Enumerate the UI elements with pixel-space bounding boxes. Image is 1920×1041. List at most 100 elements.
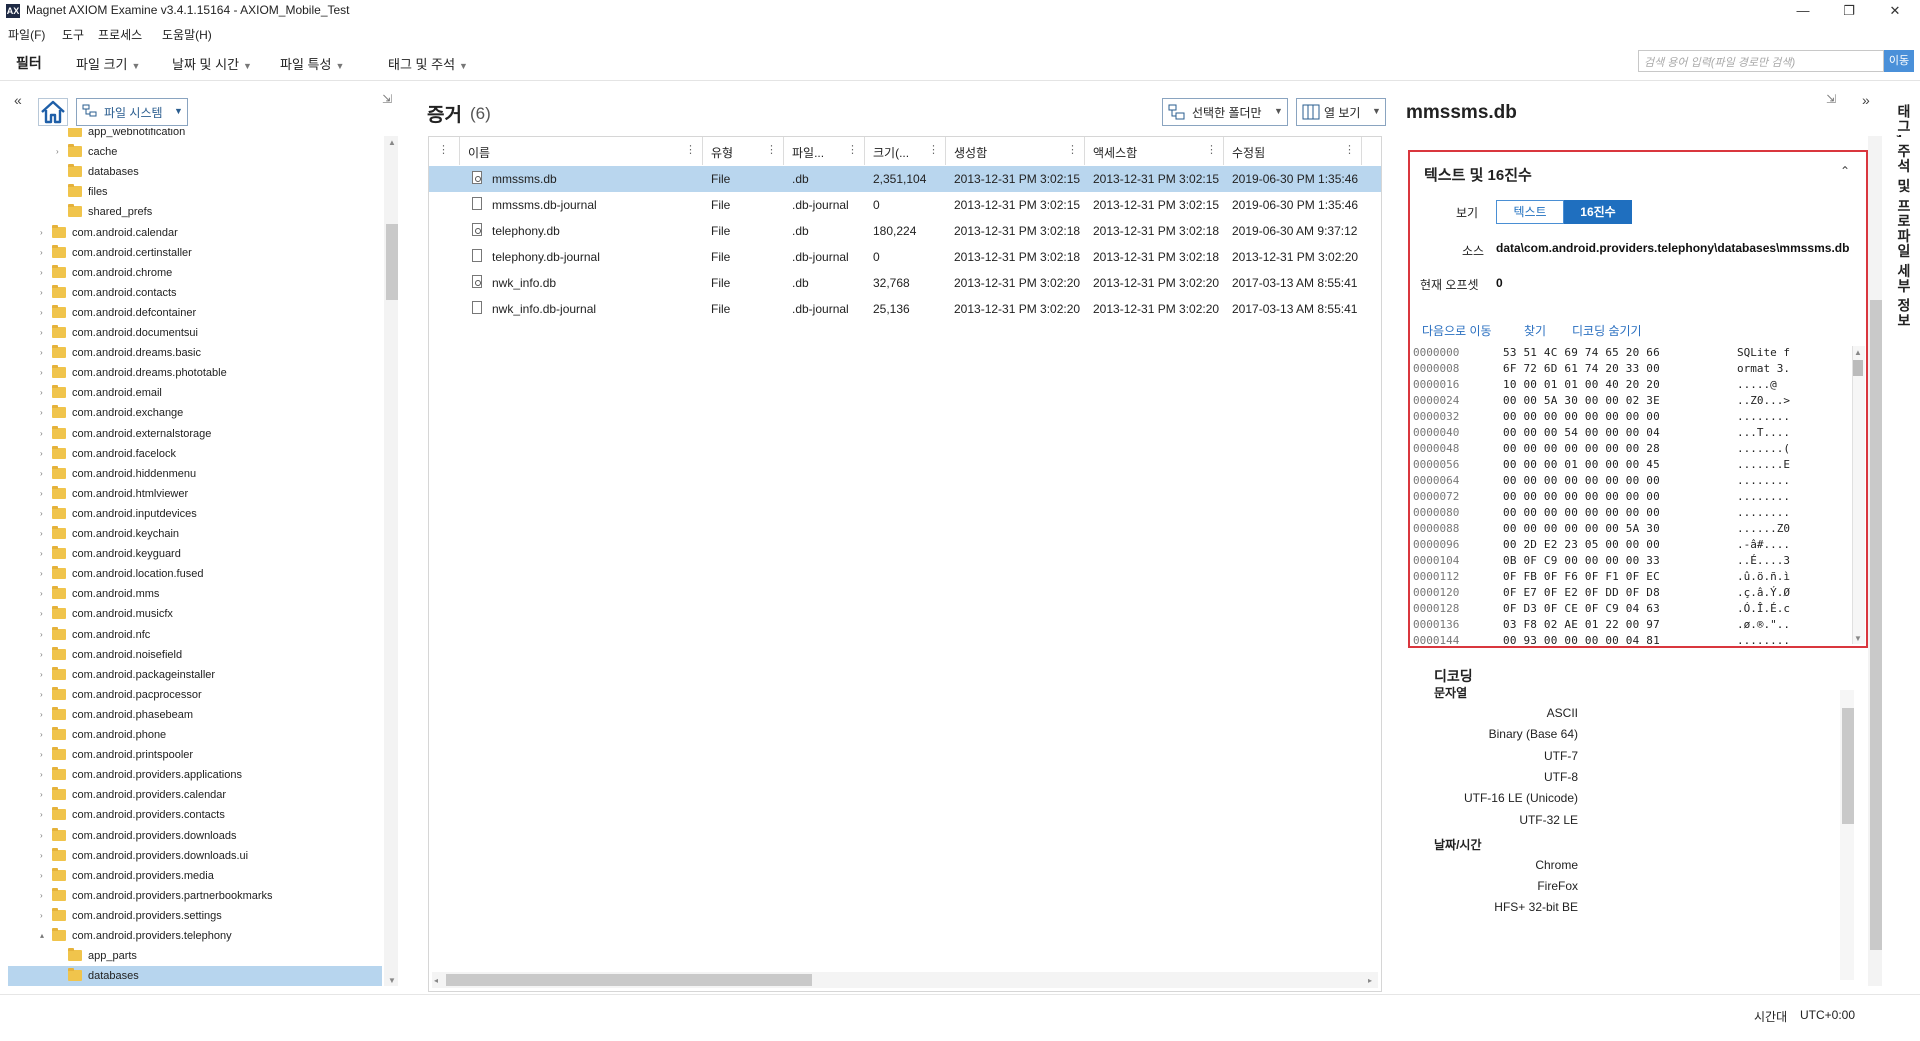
column-header-extension[interactable]: 파일... ⋮ [784,137,865,165]
tree-item[interactable]: › com.android.keyguard [8,544,382,564]
hex-row[interactable]: 0000024 00 00 5A 30 00 00 02 3E ..Z0...> [1413,394,1853,410]
tree-item[interactable]: › com.android.nfc [8,625,382,645]
filter-file-attributes[interactable]: 파일 특성 ▼ [280,54,344,73]
expand-arrow-icon[interactable]: › [40,228,43,237]
expand-arrow-icon[interactable]: › [40,871,43,880]
tree-item[interactable]: › com.android.noisefield [8,645,382,665]
menu-file[interactable]: 파일(F) [8,26,45,43]
tree-item[interactable]: databases [8,966,382,986]
goto-link[interactable]: 다음으로 이동 [1422,322,1492,339]
expand-arrow-icon[interactable]: › [40,348,43,357]
hex-row[interactable]: 0000000 53 51 4C 69 74 65 20 66 SQLite f [1413,346,1853,362]
tree-item[interactable]: › com.android.phasebeam [8,705,382,725]
tree-item[interactable]: › com.android.musicfx [8,604,382,624]
tree-item[interactable]: › com.android.htmlviewer [8,484,382,504]
expand-arrow-icon[interactable]: › [40,449,43,458]
tree-item[interactable]: app_webnotification [8,128,382,142]
hex-row[interactable]: 0000008 6F 72 6D 61 74 20 33 00 ormat 3. [1413,362,1853,378]
expand-arrow-icon[interactable]: › [40,368,43,377]
tree-item[interactable]: › com.android.defcontainer [8,303,382,323]
column-menu-handle[interactable]: ⋮ [429,137,460,165]
hex-row[interactable]: 0000040 00 00 00 54 00 00 00 04 ...T.... [1413,426,1853,442]
view-hex-toggle[interactable]: 16진수 [1564,200,1632,224]
expand-right-icon[interactable]: » [1862,92,1870,108]
table-row[interactable]: mmssms.db File .db 2,351,104 2013-12-31 PM 3… [429,166,1381,192]
tree-item[interactable]: shared_prefs [8,202,382,222]
tree-item[interactable]: › com.android.pacprocessor [8,685,382,705]
table-row[interactable]: mmssms.db-journal File .db-journal 0 2013-12… [429,192,1381,218]
hide-decoding-link[interactable]: 디코딩 숨기기 [1572,322,1642,339]
decoding-item[interactable]: Binary (Base 64) [1489,727,1578,741]
decoding-item[interactable]: UTF-16 LE (Unicode) [1464,791,1578,805]
expand-arrow-icon[interactable]: › [40,308,43,317]
hex-row[interactable]: 0000136 03 F8 02 AE 01 22 00 97 .ø.®.".. [1413,618,1853,634]
expand-arrow-icon[interactable]: › [40,851,43,860]
hex-row[interactable]: 0000112 0F FB 0F F6 0F F1 0F EC .û.ö.ñ.ì [1413,570,1853,586]
column-header-size[interactable]: 크기(... ⋮ [865,137,946,165]
tree-item[interactable]: ▴ com.android.providers.telephony [8,926,382,946]
scroll-up-icon[interactable]: ▲ [1854,348,1862,357]
expand-arrow-icon[interactable]: › [40,710,43,719]
expand-arrow-icon[interactable]: › [40,650,43,659]
expand-arrow-icon[interactable]: › [40,529,43,538]
decoding-item[interactable]: Chrome [1535,858,1578,872]
filter-date-time[interactable]: 날짜 및 시간 ▼ [172,54,252,73]
hex-row[interactable]: 0000144 00 93 00 00 00 00 04 81........ [1413,634,1853,646]
filter-file-size[interactable]: 파일 크기 ▼ [76,54,140,73]
scroll-right-icon[interactable]: ▸ [1368,976,1372,985]
pin-icon[interactable]: ⇲ [1826,92,1836,106]
tree-item[interactable]: › com.android.facelock [8,444,382,464]
expand-arrow-icon[interactable]: › [40,489,43,498]
expand-arrow-icon[interactable]: › [40,750,43,759]
collapse-card-icon[interactable]: ⌃ [1840,164,1850,178]
decoding-item[interactable]: UTF-8 [1544,770,1578,784]
tree-item[interactable]: › com.android.location.fused [8,564,382,584]
tree-scrollbar-thumb[interactable] [386,224,398,300]
tree-item[interactable]: › com.android.providers.calendar [8,785,382,805]
tree-item[interactable]: databases [8,162,382,182]
minimize-button[interactable]: — [1780,0,1826,22]
expand-arrow-icon[interactable]: › [40,569,43,578]
column-header-type[interactable]: 유형 ⋮ [703,137,784,165]
expand-arrow-icon[interactable]: › [40,911,43,920]
expand-arrow-icon[interactable]: › [40,630,43,639]
expand-arrow-icon[interactable]: › [40,328,43,337]
menu-tools[interactable]: 도구 [62,26,84,43]
pin-icon[interactable]: ⇲ [382,92,392,106]
hex-row[interactable]: 0000104 0B 0F C9 00 00 00 00 33 ..É....3 [1413,554,1853,570]
tree-item[interactable]: › com.android.calendar [8,223,382,243]
expand-arrow-icon[interactable]: › [40,268,43,277]
home-button[interactable] [38,98,68,126]
tree-item[interactable]: › com.android.inputdevices [8,504,382,524]
tree-item[interactable]: › cache [8,142,382,162]
expand-arrow-icon[interactable]: › [40,831,43,840]
hex-row[interactable]: 0000016 10 00 01 01 00 40 20 20 .....@ [1413,378,1853,394]
hex-row[interactable]: 0000064 00 00 00 00 00 00 00 00........ [1413,474,1853,490]
tree-item[interactable]: › com.android.providers.media [8,866,382,886]
menu-process[interactable]: 프로세스 [98,26,142,43]
collapse-left-icon[interactable]: « [14,92,22,108]
close-button[interactable]: ✕ [1872,0,1918,22]
tree-item[interactable]: › com.android.printspooler [8,745,382,765]
expand-arrow-icon[interactable]: › [40,589,43,598]
expand-arrow-icon[interactable]: › [40,891,43,900]
scroll-up-icon[interactable]: ▲ [388,138,396,147]
hex-row[interactable]: 0000128 0F D3 0F CE 0F C9 04 63 .Ó.Î.É.c [1413,602,1853,618]
hex-row[interactable]: 0000088 00 00 00 00 00 00 5A 30 ......Z0 [1413,522,1853,538]
tree-item[interactable]: › com.android.phone [8,725,382,745]
maximize-button[interactable]: ❐ [1826,0,1872,22]
expand-arrow-icon[interactable]: › [40,469,43,478]
hex-row[interactable]: 0000032 00 00 00 00 00 00 00 00........ [1413,410,1853,426]
hex-row[interactable]: 0000096 00 2D E2 23 05 00 00 00 .-â#.... [1413,538,1853,554]
tree-item[interactable]: › com.android.dreams.basic [8,343,382,363]
tree-item[interactable]: › com.android.providers.applications [8,765,382,785]
decoding-item[interactable]: FireFox [1537,879,1578,893]
hex-scrollbar-thumb[interactable] [1853,360,1863,376]
table-scrollbar-thumb[interactable] [446,974,812,986]
decoding-scrollbar-thumb[interactable] [1842,708,1854,824]
expand-arrow-icon[interactable]: › [40,609,43,618]
expand-arrow-icon[interactable]: › [40,288,43,297]
expand-arrow-icon[interactable]: › [40,790,43,799]
table-row[interactable]: telephony.db File .db 180,224 2013-12-31 PM … [429,218,1381,244]
table-row[interactable]: telephony.db-journal File .db-journal 0 2013… [429,244,1381,270]
